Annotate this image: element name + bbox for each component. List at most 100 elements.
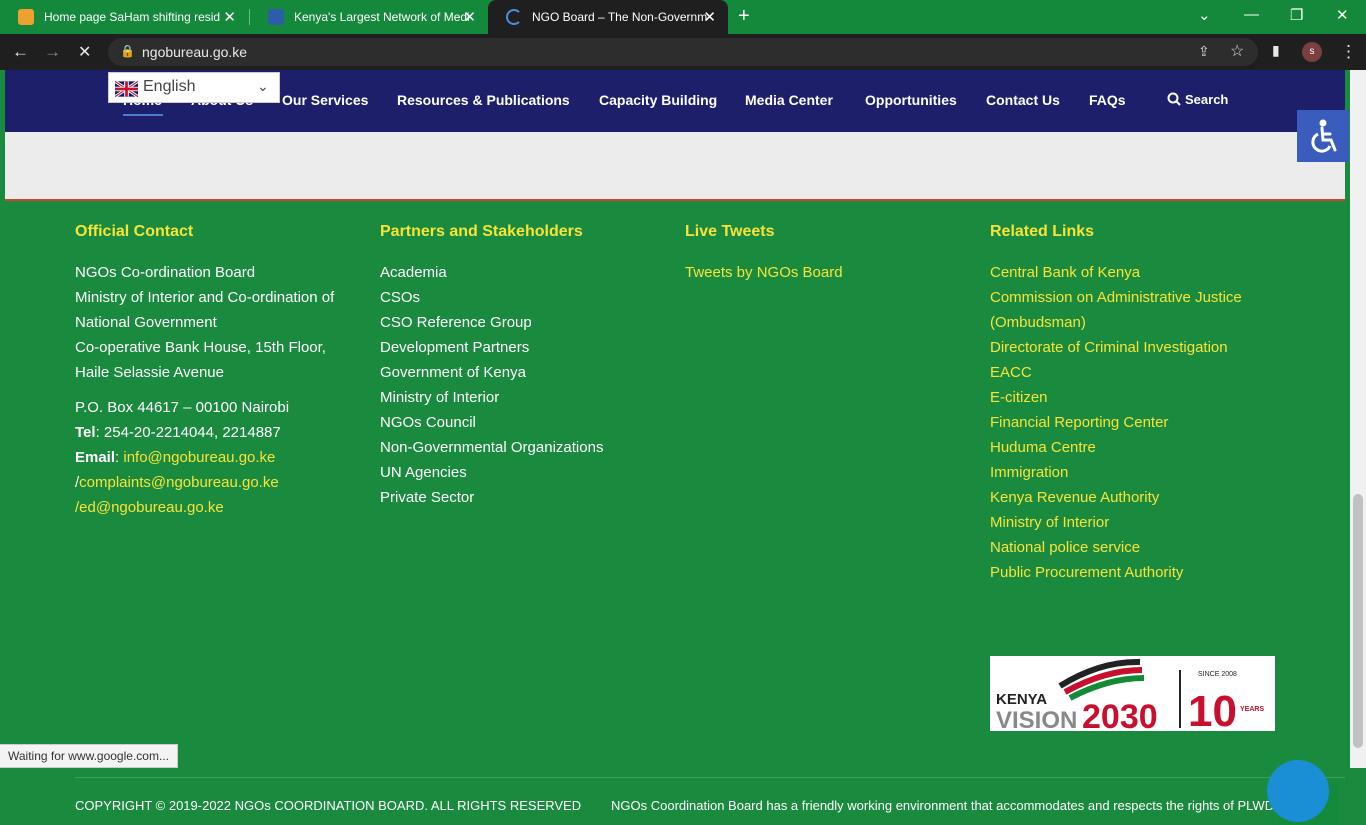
language-label: English	[143, 78, 196, 95]
related-link[interactable]: Public Procurement Authority	[990, 560, 1290, 585]
nav-item-resources[interactable]: Resources & Publications	[397, 92, 570, 108]
logo-year-text: 2030	[1082, 698, 1158, 731]
forward-arrow-icon[interactable]: →	[44, 42, 61, 62]
email-link[interactable]: info@ngobureau.go.ke	[123, 449, 275, 466]
decorative-pattern-band	[5, 132, 1345, 199]
close-window-icon[interactable]: ✕	[1336, 6, 1349, 24]
logo-ten-text: 10	[1188, 687, 1237, 731]
profile-avatar[interactable]: s	[1302, 42, 1322, 62]
nav-item-contact[interactable]: Contact Us	[986, 92, 1060, 108]
browser-tab[interactable]: Kenya's Largest Network of Medi ✕	[250, 0, 488, 34]
uk-flag-icon	[115, 81, 138, 97]
tab-title: Home page SaHam shifting resid	[44, 10, 220, 24]
tab-search-chevron-icon[interactable]: ⌄	[1198, 6, 1211, 24]
address-line: NGOs Co-ordination Board	[75, 264, 256, 281]
copyright-text: COPYRIGHT © 2019-2022 NGOs COORDINATION …	[75, 798, 582, 813]
browser-tab-strip: Home page SaHam shifting resid ✕ Kenya's…	[0, 0, 1366, 34]
logo-since-text: SINCE 2008	[1198, 671, 1237, 678]
related-link[interactable]: Immigration	[990, 460, 1290, 485]
scrollbar-thumb[interactable]	[1353, 494, 1363, 748]
partner-item: Government of Kenya	[380, 364, 526, 381]
footer-heading: Partners and Stakeholders	[380, 223, 583, 240]
nav-item-faqs[interactable]: FAQs	[1089, 92, 1126, 108]
related-link[interactable]: Directorate of Criminal Investigation	[990, 335, 1290, 360]
back-arrow-icon[interactable]: ←	[12, 42, 29, 62]
tab-title: Kenya's Largest Network of Medi	[294, 10, 470, 24]
ed-email-link[interactable]: /ed@ngobureau.go.ke	[75, 495, 365, 520]
tel-label: Tel	[75, 424, 96, 441]
related-link[interactable]: EACC	[990, 360, 1290, 385]
address-line: Ministry of Interior and Co-ordination o…	[75, 289, 335, 306]
browser-tab-active[interactable]: NGO Board – The Non-Governm ✕	[488, 0, 728, 34]
partner-item: Academia	[380, 264, 447, 281]
logo-years-text: YEARS	[1240, 706, 1264, 713]
search-label: Search	[1185, 92, 1229, 107]
address-bar[interactable]: 🔒 ngobureau.go.ke ⇪ ☆	[108, 38, 1258, 66]
browser-tab[interactable]: Home page SaHam shifting resid ✕	[0, 0, 248, 34]
telephone: Tel: 254-20-2214044, 2214887	[75, 420, 365, 445]
footer-heading: Related Links	[990, 223, 1095, 240]
address-line: Haile Selassie Avenue	[75, 364, 224, 381]
partner-item: CSOs	[380, 289, 421, 306]
close-tab-icon[interactable]: ✕	[463, 8, 476, 26]
nav-search[interactable]: Search	[1167, 92, 1228, 107]
related-link[interactable]: Financial Reporting Center	[990, 410, 1290, 435]
plwd-slogan-marquee: NGOs Coordination Board has a friendly w…	[611, 798, 1275, 813]
tab-title: NGO Board – The Non-Governm	[532, 10, 708, 24]
partner-item: Private Sector	[380, 489, 475, 506]
site-favicon-icon	[18, 9, 34, 25]
chat-widget-button[interactable]	[1267, 760, 1329, 822]
new-tab-icon[interactable]: +	[738, 5, 750, 28]
vision-2030-logo-graphic: KENYA VISION 2030 SINCE 2008 10 YEARS	[996, 658, 1264, 736]
loading-spinner-icon	[506, 9, 522, 25]
url-text: ngobureau.go.ke	[142, 44, 248, 60]
web-page: Home About Us Our Services Resources & P…	[0, 70, 1350, 825]
language-select[interactable]: English ⌄	[108, 72, 280, 103]
footer-heading: Live Tweets	[685, 223, 775, 240]
nav-item-media-center[interactable]: Media Center	[745, 92, 833, 108]
footer-heading: Official Contact	[75, 223, 194, 240]
related-link[interactable]: Kenya Revenue Authority	[990, 485, 1290, 510]
po-box: P.O. Box 44617 – 00100 Nairobi	[75, 399, 290, 416]
tel-value: : 254-20-2214044, 2214887	[95, 424, 281, 441]
footer-divider	[75, 777, 1345, 778]
browser-menu-icon[interactable]: ⋮	[1340, 42, 1357, 62]
address-line: National Government	[75, 314, 217, 331]
related-link[interactable]: Ministry of Interior	[990, 510, 1290, 535]
partner-item: Development Partners	[380, 339, 530, 356]
nav-item-services[interactable]: Our Services	[282, 92, 368, 108]
nav-item-opportunities[interactable]: Opportunities	[865, 92, 957, 108]
wheelchair-icon	[1311, 119, 1337, 153]
close-tab-icon[interactable]: ✕	[223, 8, 236, 26]
logo-vision-text: VISION	[996, 707, 1077, 731]
related-link[interactable]: E-citizen	[990, 385, 1290, 410]
minimize-icon[interactable]: —	[1244, 6, 1259, 23]
related-link[interactable]: (Ombudsman)	[990, 310, 1290, 335]
related-link[interactable]: Commission on Administrative Justice	[990, 285, 1290, 310]
partner-item: NGOs Council	[380, 414, 476, 431]
partner-item: Non-Governmental Organizations	[380, 439, 604, 456]
accessibility-button[interactable]	[1297, 110, 1349, 162]
site-footer: Official Contact NGOs Co-ordination Boar…	[5, 201, 1345, 825]
bookmark-star-icon[interactable]: ☆	[1230, 41, 1244, 61]
share-icon[interactable]: ⇪	[1198, 43, 1210, 60]
restore-icon[interactable]: ❐	[1290, 6, 1303, 24]
related-link[interactable]: Central Bank of Kenya	[990, 260, 1290, 285]
close-tab-icon[interactable]: ✕	[703, 8, 716, 26]
footer-col-partners: Partners and Stakeholders Academia CSOs …	[380, 223, 670, 510]
active-nav-underline	[123, 114, 163, 116]
nav-item-capacity-building[interactable]: Capacity Building	[599, 92, 717, 108]
tweets-link[interactable]: Tweets by NGOs Board	[685, 260, 975, 285]
partner-item: Ministry of Interior	[380, 389, 500, 406]
email: Email: info@ngobureau.go.ke	[75, 449, 276, 466]
partner-item: CSO Reference Group	[380, 314, 532, 331]
page-scrollbar[interactable]	[1350, 70, 1366, 768]
stop-loading-icon[interactable]: ✕	[78, 42, 91, 62]
side-panel-icon[interactable]: ▮	[1272, 42, 1280, 59]
footer-col-related-links: Related Links Central Bank of Kenya Comm…	[990, 223, 1290, 585]
complaints-link[interactable]: complaints@ngobureau.go.ke	[79, 474, 279, 491]
email-label: Email	[75, 449, 116, 466]
kenya-vision-2030-logo[interactable]: KENYA VISION 2030 SINCE 2008 10 YEARS	[990, 656, 1275, 736]
related-link[interactable]: National police service	[990, 535, 1290, 560]
related-link[interactable]: Huduma Centre	[990, 435, 1290, 460]
